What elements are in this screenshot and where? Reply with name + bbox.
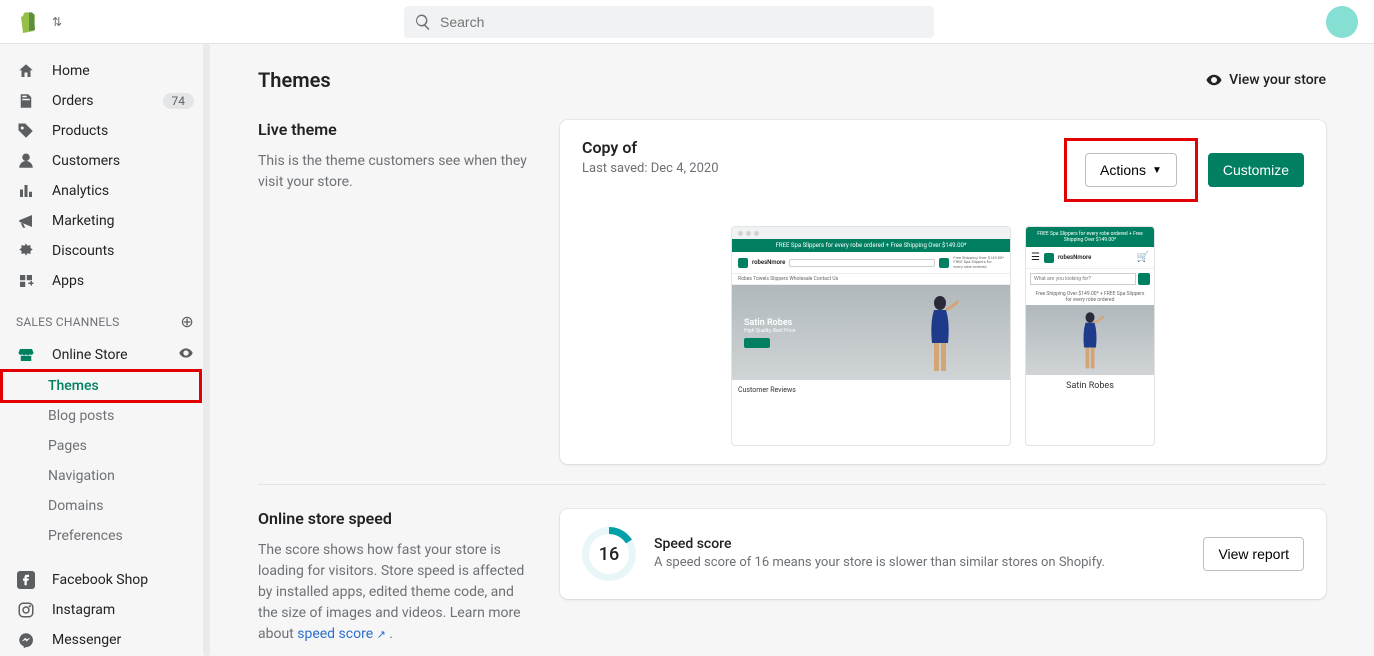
speed-gauge: 16 [582, 527, 636, 581]
highlight-annotation: Actions ▼ [1064, 138, 1198, 202]
sidebar-item-home[interactable]: Home [0, 56, 210, 86]
sidebar-item-label: Online Store [52, 347, 128, 363]
sidebar-item-instagram[interactable]: Instagram [0, 595, 210, 625]
apps-icon [16, 272, 36, 290]
updown-icon: ⇅ [52, 15, 62, 29]
add-channel-icon[interactable]: ⊕ [180, 312, 194, 331]
sidebar-item-apps[interactable]: Apps [0, 266, 210, 296]
sidebar-item-label: Instagram [52, 602, 115, 618]
search-icon [414, 13, 432, 31]
eye-icon [1205, 71, 1223, 89]
actions-button[interactable]: Actions ▼ [1085, 153, 1177, 187]
divider [258, 484, 1326, 485]
sidebar-item-customers[interactable]: Customers [0, 146, 210, 176]
theme-preview-desktop: FREE Spa Slippers for every robe ordered… [731, 226, 1011, 446]
sidebar-item-products[interactable]: Products [0, 116, 210, 146]
marketing-icon [16, 212, 36, 230]
sidebar-sub-preferences[interactable]: Preferences [0, 521, 210, 551]
store-icon [16, 346, 36, 364]
theme-name: Copy of [582, 138, 719, 157]
sidebar-item-messenger[interactable]: Messenger [0, 625, 210, 655]
speed-score-title: Speed score [654, 536, 1105, 552]
topbar: ⇅ [0, 0, 1374, 44]
avatar[interactable] [1326, 6, 1358, 38]
sidebar-item-analytics[interactable]: Analytics [0, 176, 210, 206]
sidebar-item-label: Customers [52, 153, 120, 169]
sidebar-item-label: Products [52, 123, 108, 139]
speed-score-desc: A speed score of 16 means your store is … [654, 554, 1105, 572]
sidebar-sub-themes[interactable]: Themes [0, 371, 210, 401]
discounts-icon [16, 242, 36, 260]
sidebar-item-label: Analytics [52, 183, 109, 199]
messenger-icon [16, 631, 36, 649]
sidebar-sub-blog-posts[interactable]: Blog posts [0, 401, 210, 431]
chevron-down-icon: ▼ [1152, 165, 1162, 176]
store-switcher[interactable]: ⇅ [52, 15, 192, 29]
customers-icon [16, 152, 36, 170]
view-report-button[interactable]: View report [1203, 537, 1304, 571]
live-theme-description: This is the theme customers see when the… [258, 151, 528, 193]
sidebar-sub-domains[interactable]: Domains [0, 491, 210, 521]
orders-icon [16, 92, 36, 110]
sidebar-item-label: Orders [52, 93, 94, 109]
sidebar-sub-navigation[interactable]: Navigation [0, 461, 210, 491]
sidebar-sub-pages[interactable]: Pages [0, 431, 210, 461]
speed-score-link[interactable]: speed score ↗ [297, 626, 386, 642]
facebook-icon [16, 571, 36, 589]
theme-last-saved: Last saved: Dec 4, 2020 [582, 161, 719, 176]
sidebar-item-label: Home [52, 63, 90, 79]
live-theme-heading: Live theme [258, 120, 528, 139]
analytics-icon [16, 182, 36, 200]
sidebar-item-label: Facebook Shop [52, 572, 148, 588]
search-input[interactable] [404, 6, 934, 38]
sidebar-item-online-store[interactable]: Online Store [0, 339, 210, 371]
theme-preview-mobile: FREE Spa Slippers for every robe ordered… [1025, 226, 1155, 446]
sidebar-item-facebook-shop[interactable]: Facebook Shop [0, 565, 210, 595]
sidebar-item-label: Messenger [52, 632, 121, 648]
home-icon [16, 62, 36, 80]
orders-badge: 74 [163, 93, 195, 109]
sidebar: Home Orders 74 Products Customers Analyt… [0, 44, 210, 656]
products-icon [16, 122, 36, 140]
customize-button[interactable]: Customize [1208, 153, 1304, 187]
shopify-logo [16, 10, 40, 34]
sidebar-item-label: Marketing [52, 213, 115, 229]
speed-score-card: 16 Speed score A speed score of 16 means… [560, 509, 1326, 599]
sidebar-item-orders[interactable]: Orders 74 [0, 86, 210, 116]
sidebar-item-marketing[interactable]: Marketing [0, 206, 210, 236]
page-title: Themes [258, 68, 331, 92]
live-theme-card: Copy of Last saved: Dec 4, 2020 Actions … [560, 120, 1326, 464]
speed-heading: Online store speed [258, 509, 528, 528]
external-link-icon: ↗ [377, 628, 386, 641]
speed-description: The score shows how fast your store is l… [258, 540, 528, 645]
sales-channels-heading: SALES CHANNELS ⊕ [0, 296, 210, 339]
sidebar-item-label: Discounts [52, 243, 114, 259]
instagram-icon [16, 601, 36, 619]
sidebar-item-discounts[interactable]: Discounts [0, 236, 210, 266]
main-content: Themes View your store Live theme This i… [210, 44, 1374, 656]
eye-icon[interactable] [178, 345, 194, 365]
view-store-link[interactable]: View your store [1205, 71, 1326, 89]
sidebar-item-label: Apps [52, 273, 84, 289]
